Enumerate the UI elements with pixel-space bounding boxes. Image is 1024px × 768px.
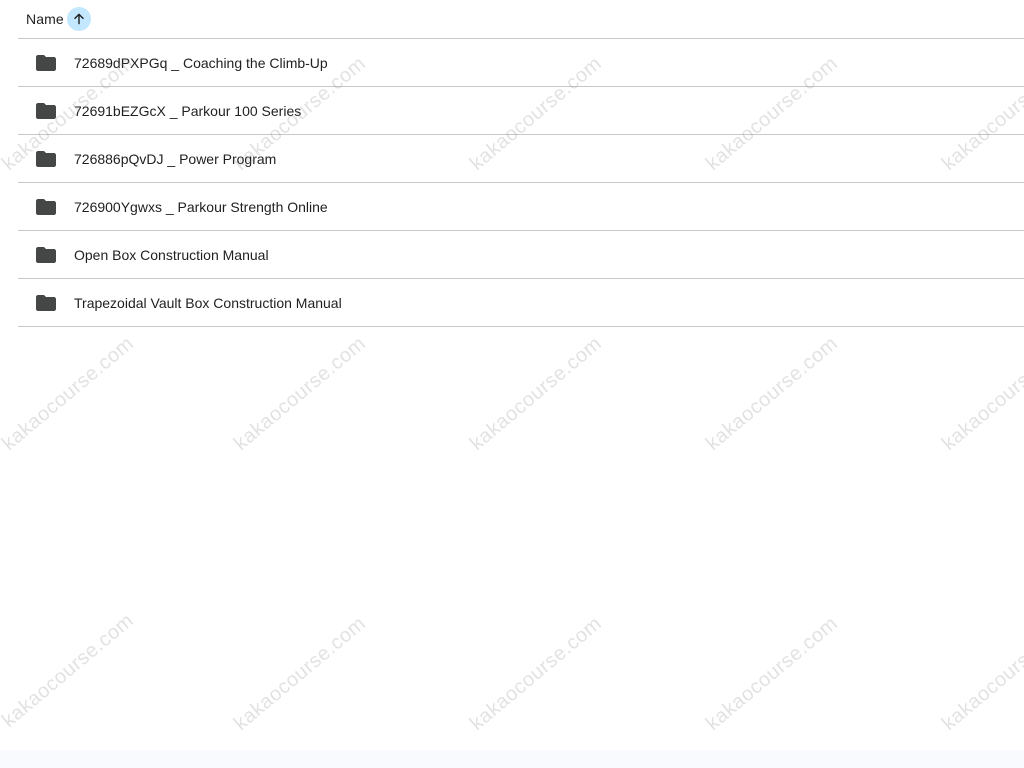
arrow-up-icon[interactable] bbox=[66, 7, 91, 31]
folder-name: 72691bEZGcX _ Parkour 100 Series bbox=[74, 102, 302, 119]
list-header: Name bbox=[18, 0, 1024, 39]
folder-icon bbox=[36, 198, 56, 215]
watermark: kakaocourse.com bbox=[938, 332, 1024, 455]
list-item[interactable]: Open Box Construction Manual bbox=[18, 231, 1024, 279]
watermark: kakaocourse.com bbox=[466, 332, 606, 455]
sort-name-label: Name bbox=[26, 11, 64, 27]
list-item[interactable]: Trapezoidal Vault Box Construction Manua… bbox=[18, 279, 1024, 327]
folder-list: 72689dPXPGq _ Coaching the Climb-Up 7269… bbox=[18, 39, 1024, 327]
watermark: kakaocourse.com bbox=[466, 612, 606, 735]
watermark: kakaocourse.com bbox=[0, 609, 138, 732]
watermark: kakaocourse.com bbox=[230, 332, 370, 455]
footer-strip bbox=[0, 750, 1024, 768]
folder-name: 72689dPXPGq _ Coaching the Climb-Up bbox=[74, 54, 328, 71]
list-item[interactable]: 726900Ygwxs _ Parkour Strength Online bbox=[18, 183, 1024, 231]
folder-icon bbox=[36, 294, 56, 311]
list-item[interactable]: 72689dPXPGq _ Coaching the Climb-Up bbox=[18, 39, 1024, 87]
folder-name: Open Box Construction Manual bbox=[74, 246, 269, 263]
folder-name: 726900Ygwxs _ Parkour Strength Online bbox=[74, 198, 328, 215]
watermark: kakaocourse.com bbox=[938, 612, 1024, 735]
list-item[interactable]: 72691bEZGcX _ Parkour 100 Series bbox=[18, 87, 1024, 135]
list-item[interactable]: 726886pQvDJ _ Power Program bbox=[18, 135, 1024, 183]
watermark: kakaocourse.com bbox=[0, 332, 138, 455]
folder-icon bbox=[36, 102, 56, 119]
folder-icon bbox=[36, 54, 56, 71]
folder-icon bbox=[36, 150, 56, 167]
watermark: kakaocourse.com bbox=[230, 612, 370, 735]
folder-icon bbox=[36, 246, 56, 263]
watermark: kakaocourse.com bbox=[702, 332, 842, 455]
file-browser: Name 72689dPXPGq _ Coaching the Climb-Up… bbox=[0, 0, 1024, 768]
sort-by-name-button[interactable]: Name bbox=[18, 4, 91, 34]
folder-name: Trapezoidal Vault Box Construction Manua… bbox=[74, 294, 342, 311]
folder-name: 726886pQvDJ _ Power Program bbox=[74, 150, 277, 167]
watermark: kakaocourse.com bbox=[702, 612, 842, 735]
